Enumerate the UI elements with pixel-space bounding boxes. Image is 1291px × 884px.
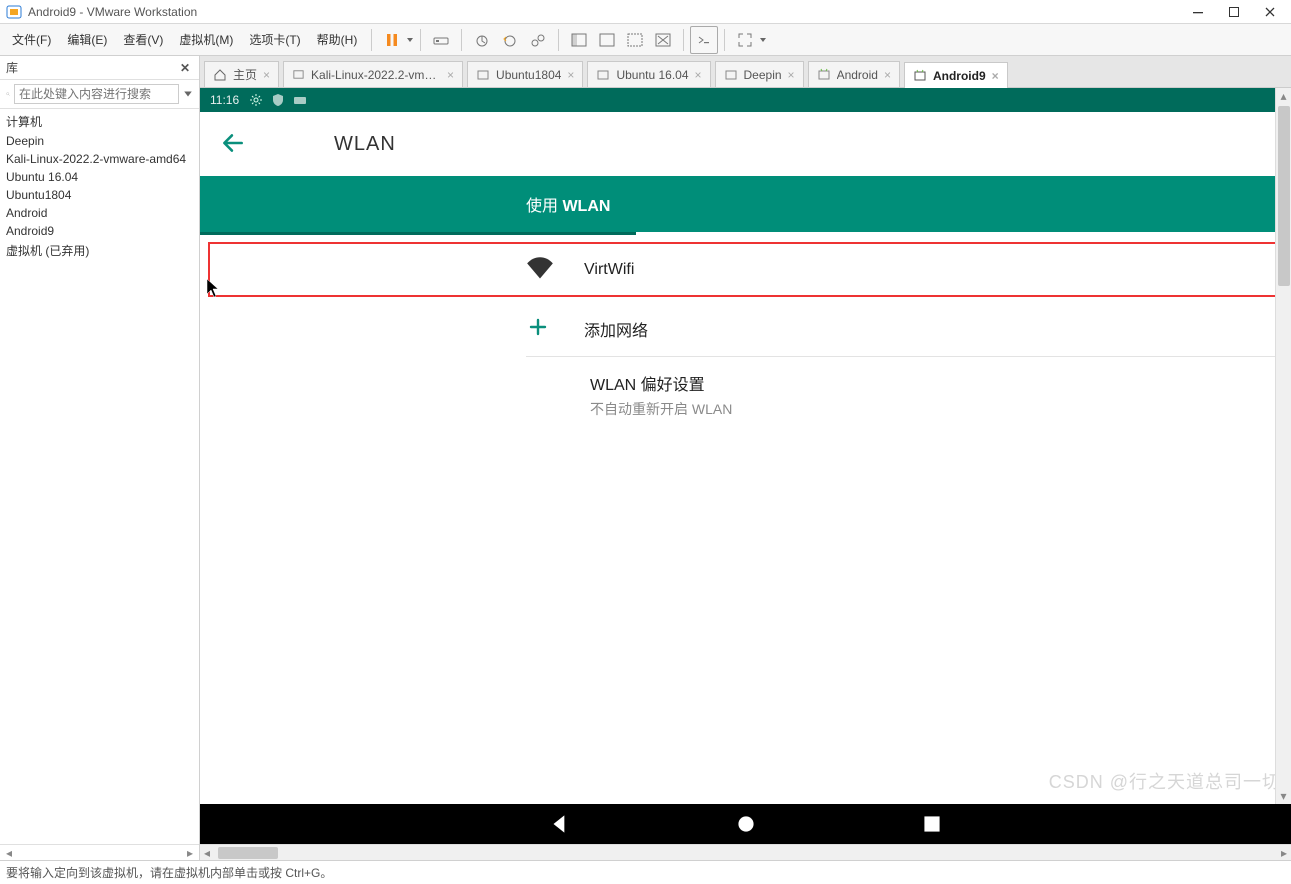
- library-item[interactable]: Deepin: [0, 132, 199, 150]
- vm-tab-icon: [724, 68, 738, 82]
- wlan-title: WLAN: [334, 133, 396, 156]
- nav-recent-button[interactable]: [919, 811, 945, 837]
- tab-close-icon[interactable]: ×: [567, 68, 574, 82]
- window-title: Android9 - VMware Workstation: [28, 5, 197, 19]
- sidebar-horizontal-scrollbar[interactable]: ◂ ▸: [0, 844, 199, 860]
- android-status-bar: 11:16: [200, 88, 1291, 112]
- wifi-icon: [526, 256, 554, 283]
- close-button[interactable]: [1255, 1, 1285, 23]
- vm-tabs-bar: 主页 × Kali-Linux-2022.2-vmware-am... × Ub…: [200, 56, 1291, 88]
- menu-view[interactable]: 查看(V): [115, 25, 171, 54]
- wifi-network-name: VirtWifi: [584, 261, 634, 279]
- vm-tab-icon: [292, 68, 305, 82]
- fullscreen-dropdown[interactable]: [759, 26, 767, 54]
- library-sidebar: 库 ✕ 计算机 Deepin Kali-Linux-2022.2-vmware-…: [0, 56, 200, 860]
- tab-android[interactable]: Android ×: [808, 61, 900, 87]
- snapshot-button[interactable]: [468, 26, 496, 54]
- viewport-vertical-scrollbar[interactable]: ▴ ▾: [1275, 88, 1291, 804]
- add-network-label: 添加网络: [584, 317, 648, 341]
- tab-close-icon[interactable]: ×: [447, 68, 454, 82]
- back-arrow-icon[interactable]: [220, 130, 246, 159]
- tab-android9[interactable]: Android9 ×: [904, 62, 1008, 88]
- tab-home[interactable]: 主页 ×: [204, 61, 279, 87]
- vm-tab-icon: [596, 68, 610, 82]
- menu-bar: 文件(F) 编辑(E) 查看(V) 虚拟机(M) 选项卡(T) 帮助(H): [0, 24, 1291, 56]
- banner-prefix: 使用: [526, 198, 562, 215]
- vm-tab-icon: [476, 68, 490, 82]
- app-icon: [6, 4, 22, 20]
- minimize-button[interactable]: [1183, 1, 1213, 23]
- keyboard-icon: [293, 93, 307, 107]
- menu-tabs[interactable]: 选项卡(T): [241, 25, 308, 54]
- wlan-pref-title: WLAN 偏好设置: [590, 371, 1291, 395]
- library-item[interactable]: 计算机: [0, 111, 199, 132]
- library-item[interactable]: Ubuntu 16.04: [0, 168, 199, 186]
- view-thumbnail-button[interactable]: [621, 26, 649, 54]
- tab-ubuntu1604[interactable]: Ubuntu 16.04 ×: [587, 61, 710, 87]
- view-console-button[interactable]: [593, 26, 621, 54]
- tab-deepin[interactable]: Deepin ×: [715, 61, 804, 87]
- tab-close-icon[interactable]: ×: [992, 69, 999, 83]
- home-icon: [213, 68, 227, 82]
- send-ctrl-alt-del-button[interactable]: [427, 26, 455, 54]
- library-item[interactable]: Android: [0, 204, 199, 222]
- fullscreen-button[interactable]: [731, 26, 759, 54]
- library-item[interactable]: Kali-Linux-2022.2-vmware-amd64: [0, 150, 199, 168]
- tab-close-icon[interactable]: ×: [884, 68, 891, 82]
- wlan-preference-item[interactable]: WLAN 偏好设置 不自动重新开启 WLAN: [200, 357, 1291, 425]
- nav-home-button[interactable]: [733, 811, 759, 837]
- library-item[interactable]: Ubuntu1804: [0, 186, 199, 204]
- menu-edit[interactable]: 编辑(E): [59, 25, 115, 54]
- shield-icon: [271, 93, 285, 107]
- android-nav-bar: [200, 804, 1291, 844]
- library-item[interactable]: Android9: [0, 222, 199, 240]
- vm-tab-icon: [817, 68, 831, 82]
- console-view-button[interactable]: [690, 26, 718, 54]
- viewport-horizontal-scrollbar[interactable]: ◂ ▸: [200, 844, 1291, 860]
- add-network-item[interactable]: 添加网络: [200, 301, 1291, 356]
- status-time: 11:16: [210, 93, 239, 107]
- menu-vm[interactable]: 虚拟机(M): [171, 25, 241, 54]
- library-list: 计算机 Deepin Kali-Linux-2022.2-vmware-amd6…: [0, 109, 199, 844]
- view-single-button[interactable]: [565, 26, 593, 54]
- snapshot-manager-button[interactable]: [524, 26, 552, 54]
- revert-snapshot-button[interactable]: [496, 26, 524, 54]
- library-item[interactable]: 虚拟机 (已弃用): [0, 240, 199, 261]
- pause-button[interactable]: [378, 26, 406, 54]
- wifi-network-item[interactable]: VirtWifi: [208, 242, 1283, 297]
- menu-file[interactable]: 文件(F): [4, 25, 59, 54]
- library-title: 库: [6, 59, 177, 76]
- wlan-pref-sub: 不自动重新开启 WLAN: [590, 399, 1291, 419]
- menu-help[interactable]: 帮助(H): [309, 25, 366, 54]
- wlan-use-banner[interactable]: 使用 WLAN: [200, 176, 1291, 232]
- tab-close-icon[interactable]: ×: [788, 68, 795, 82]
- status-strip: 要将输入定向到该虚拟机，请在虚拟机内部单击或按 Ctrl+G。: [0, 860, 1291, 884]
- tab-kali[interactable]: Kali-Linux-2022.2-vmware-am... ×: [283, 61, 463, 87]
- window-titlebar: Android9 - VMware Workstation: [0, 0, 1291, 24]
- tab-close-icon[interactable]: ×: [263, 68, 270, 82]
- search-icon: [6, 87, 10, 101]
- vm-tab-icon: [913, 69, 927, 83]
- library-search-input[interactable]: [14, 84, 179, 104]
- banner-bold: WLAN: [562, 198, 610, 215]
- status-message: 要将输入定向到该虚拟机，请在虚拟机内部单击或按 Ctrl+G。: [6, 864, 332, 881]
- wlan-header: WLAN: [200, 112, 1291, 176]
- nav-back-button[interactable]: [547, 811, 573, 837]
- plus-icon: [526, 315, 554, 342]
- search-dropdown-icon[interactable]: [183, 89, 193, 99]
- tab-ubuntu1804[interactable]: Ubuntu1804 ×: [467, 61, 583, 87]
- vm-viewport[interactable]: 11:16 WLAN 使用 WLAN: [200, 88, 1291, 844]
- gear-icon: [249, 93, 263, 107]
- maximize-button[interactable]: [1219, 1, 1249, 23]
- library-close-button[interactable]: ✕: [177, 61, 193, 75]
- pause-dropdown[interactable]: [406, 26, 414, 54]
- view-unity-button[interactable]: [649, 26, 677, 54]
- tab-close-icon[interactable]: ×: [695, 68, 702, 82]
